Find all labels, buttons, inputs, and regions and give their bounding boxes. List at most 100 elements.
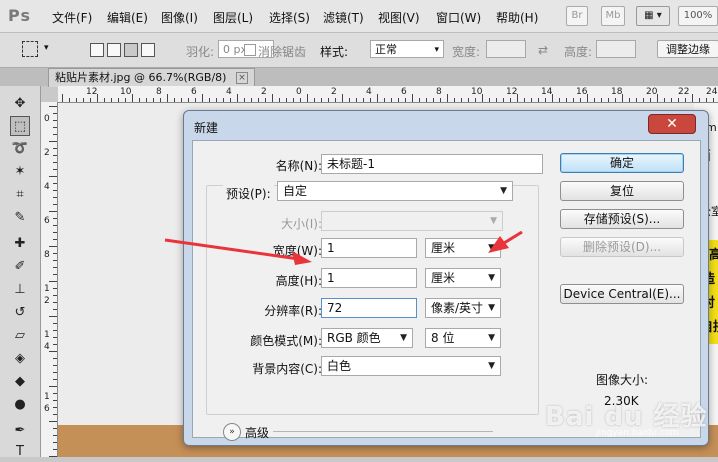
style-dropdown[interactable]: 正常 ▾	[370, 40, 444, 58]
ruler-tick	[195, 98, 196, 102]
menu-filter[interactable]: 滤镜(T)	[323, 9, 364, 26]
resolution-input[interactable]: 72	[321, 298, 417, 318]
move-tool-icon[interactable]: ✥	[10, 94, 30, 114]
ruler-tick	[594, 98, 595, 102]
ruler-tick	[559, 98, 560, 102]
height-input[interactable]	[596, 40, 636, 58]
preset-label: 预设(P):	[223, 185, 274, 202]
rect-marquee-tool-icon[interactable]: ⬚	[10, 116, 30, 136]
ruler-tick	[566, 98, 567, 102]
add-selection-icon[interactable]	[107, 43, 121, 57]
chevron-down-icon[interactable]: »	[223, 423, 241, 441]
menu-view[interactable]: 视图(V)	[378, 9, 420, 26]
ruler-left: 0 2 4 6 8 1 2 1 4 1 6	[41, 102, 58, 457]
menu-select[interactable]: 选择(S)	[269, 9, 310, 26]
intersect-selection-icon[interactable]	[141, 43, 155, 57]
adjust-edge-button[interactable]: 调整边缘	[657, 40, 718, 58]
resolution-unit-dropdown[interactable]: 像素/英寸 ▼	[425, 298, 501, 318]
pen-tool-icon[interactable]: ✒	[10, 421, 30, 441]
ruler-number: 8	[156, 87, 162, 97]
marquee-tool-icon[interactable]	[22, 41, 38, 57]
antialias-checkbox[interactable]	[244, 44, 256, 56]
magic-wand-tool-icon[interactable]: ✶	[10, 162, 30, 182]
ruler-tick	[53, 407, 57, 408]
menu-window[interactable]: 窗口(W)	[436, 9, 481, 26]
screen-mode-button[interactable]: ▦ ▾	[636, 6, 670, 26]
color-mode-dropdown[interactable]: RGB 颜色 ▼	[321, 328, 413, 348]
delete-preset-button: 删除预设(D)...	[560, 237, 684, 257]
ruler-tick	[53, 267, 57, 268]
background-dropdown[interactable]: 白色 ▼	[321, 356, 501, 376]
close-tab-icon[interactable]: ×	[235, 72, 248, 84]
ruler-tick	[53, 239, 57, 240]
subtract-selection-icon[interactable]	[124, 43, 138, 57]
width-input[interactable]	[486, 40, 526, 58]
menu-edit[interactable]: 编辑(E)	[107, 9, 148, 26]
ruler-number: 14	[541, 87, 553, 97]
ruler-tick	[53, 190, 57, 191]
menu-layer[interactable]: 图层(L)	[213, 9, 253, 26]
close-icon[interactable]: ✕	[648, 114, 696, 134]
ruler-tick	[167, 94, 168, 102]
height-unit-dropdown[interactable]: 厘米 ▼	[425, 268, 501, 288]
brush-tool-icon[interactable]: ✐	[10, 257, 30, 277]
ruler-tick	[692, 94, 693, 102]
ruler-tick	[53, 288, 57, 289]
width-input[interactable]: 1	[321, 238, 417, 258]
advanced-label[interactable]: 高级	[245, 424, 269, 441]
ruler-number: 24	[706, 87, 718, 97]
ok-button[interactable]: 确定	[560, 153, 684, 173]
new-selection-icon[interactable]	[90, 43, 104, 57]
clone-stamp-tool-icon[interactable]: ⊥	[10, 280, 30, 300]
zoom-level-dropdown[interactable]: 100%	[678, 6, 718, 26]
bridge-button[interactable]: Br	[566, 6, 588, 26]
ruler-number: 2	[44, 296, 50, 306]
dodge-tool-icon[interactable]: ●	[10, 395, 30, 415]
tool-preset-arrow-icon[interactable]: ▾	[44, 43, 49, 53]
menu-help[interactable]: 帮助(H)	[496, 9, 538, 26]
paint-bucket-tool-icon[interactable]: ◈	[10, 349, 30, 369]
width-label: 宽度:	[452, 45, 481, 59]
ruler-tick	[53, 204, 57, 205]
ruler-number: 8	[436, 87, 442, 97]
ruler-tick	[53, 428, 57, 429]
menu-file[interactable]: 文件(F)	[52, 9, 92, 26]
ruler-number: 22	[678, 87, 690, 97]
ruler-tick	[53, 365, 57, 366]
ruler-tick	[181, 98, 182, 102]
height-input[interactable]: 1	[321, 268, 417, 288]
document-tab[interactable]: 粘贴片素材.jpg @ 66.7%(RGB/8) ×	[48, 68, 255, 87]
save-preset-button[interactable]: 存储预设(S)...	[560, 209, 684, 229]
ruler-tick	[49, 246, 57, 247]
width-unit-dropdown[interactable]: 厘米 ▼	[425, 238, 501, 258]
preset-dropdown[interactable]: 自定 ▼	[277, 181, 513, 201]
ruler-tick	[510, 98, 511, 102]
history-brush-tool-icon[interactable]: ↺	[10, 303, 30, 323]
reset-button[interactable]: 复位	[560, 181, 684, 201]
minibridge-button[interactable]: Mb	[601, 6, 625, 26]
ruler-tick	[53, 435, 57, 436]
blur-tool-icon[interactable]: ◆	[10, 372, 30, 392]
menu-image[interactable]: 图像(I)	[161, 9, 198, 26]
bit-depth-dropdown[interactable]: 8 位 ▼	[425, 328, 501, 348]
healing-brush-tool-icon[interactable]: ✚	[10, 234, 30, 254]
eyedropper-tool-icon[interactable]: ✎	[10, 208, 30, 228]
crop-tool-icon[interactable]: ⌗	[10, 185, 30, 205]
eraser-tool-icon[interactable]: ▱	[10, 326, 30, 346]
device-central-button[interactable]: Device Central(E)...	[560, 284, 684, 304]
lasso-tool-icon[interactable]: ➰	[10, 139, 30, 159]
ruler-tick	[391, 98, 392, 102]
ruler-tick	[461, 98, 462, 102]
ruler-tick	[132, 94, 133, 102]
ruler-tick	[370, 98, 371, 102]
ruler-tick	[53, 302, 57, 303]
type-tool-icon[interactable]: T	[10, 442, 30, 462]
swap-icon[interactable]: ⇄	[538, 43, 548, 57]
ruler-tick	[230, 98, 231, 102]
height-label: 高度:	[564, 45, 593, 59]
name-input[interactable]: 未标题-1	[321, 154, 543, 174]
ruler-tick	[53, 155, 57, 156]
ruler-tick	[398, 98, 399, 102]
ruler-number: 20	[646, 87, 658, 97]
ruler-tick	[90, 98, 91, 102]
